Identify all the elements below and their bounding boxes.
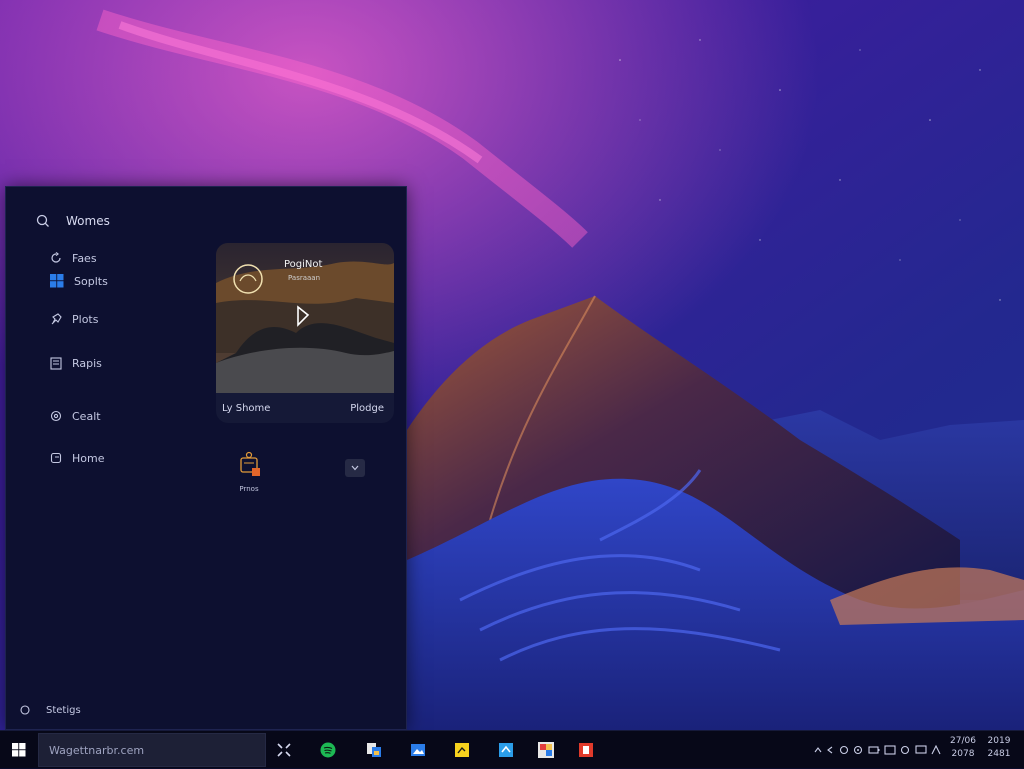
start-menu-panel: Womes Faes Soplts Plots Rapis Cealt Home… [5, 186, 407, 730]
task-view-icon[interactable] [274, 740, 294, 760]
featured-card-title: PogiNot [284, 259, 323, 270]
clock-time[interactable]: 2019 2481 [986, 735, 1012, 761]
sticky-notes-icon[interactable] [452, 740, 472, 760]
language-icon[interactable] [931, 745, 941, 755]
chevron-up-icon[interactable] [814, 746, 822, 754]
nav-item-cealt[interactable]: Cealt [50, 407, 101, 425]
start-menu-header[interactable]: Womes [36, 211, 110, 231]
refresh-icon[interactable] [839, 745, 849, 755]
files-icon[interactable] [364, 740, 384, 760]
document-icon [50, 356, 62, 370]
store-icon[interactable] [496, 740, 516, 760]
featured-card-footer-left: Ly Shome [222, 403, 271, 414]
featured-card[interactable]: PogiNot Pasraaan Ly Shome Plodge [216, 243, 394, 423]
chevron-down-icon [351, 465, 359, 471]
nav-item-label: Plots [72, 312, 99, 326]
photos-icon[interactable] [408, 740, 428, 760]
nav-item-faes[interactable]: Faes [50, 249, 97, 267]
featured-card-subtitle: Pasraaan [288, 274, 321, 282]
nav-item-soplts[interactable]: Soplts [50, 272, 108, 290]
clock-left-bottom: 2078 [951, 749, 975, 759]
robot-icon [240, 451, 260, 476]
featured-card-footer-right: Plodge [350, 403, 384, 414]
nav-item-label: Home [72, 451, 105, 465]
windows-logo-icon [12, 743, 26, 757]
office-icon[interactable] [576, 740, 596, 760]
nav-item-label: Faes [72, 251, 97, 265]
taskbar-search-box[interactable]: Wagettnarbr.cem [38, 733, 266, 767]
nav-item-plots[interactable]: Plots [50, 310, 98, 328]
battery-icon[interactable] [867, 745, 880, 755]
power-icon [20, 705, 30, 715]
search-icon [36, 214, 49, 227]
clock-right-top: 2019 [987, 736, 1011, 746]
gear-icon [50, 410, 62, 422]
settings-label: Stetigs [46, 704, 81, 716]
settings-button[interactable]: Stetigs [20, 701, 81, 719]
search-box-text: Wagettnarbr.cem [49, 743, 145, 757]
start-button[interactable] [8, 739, 30, 761]
clock-date[interactable]: 27/06 2078 [950, 735, 976, 761]
expand-button[interactable] [345, 459, 365, 477]
volume-icon[interactable] [900, 745, 910, 755]
start-menu-header-label: Womes [66, 214, 110, 228]
nav-item-label: Rapis [72, 356, 102, 370]
nav-item-rapis[interactable]: Rapis [50, 354, 102, 372]
nav-item-label: Cealt [72, 409, 101, 423]
network-icon[interactable] [884, 745, 896, 755]
nav-item-home[interactable]: Home [50, 449, 104, 467]
chevron-left-icon[interactable] [826, 746, 834, 754]
taskbar: Wagettnarbr.cem 27/06 2078 2019 2481 [0, 730, 1024, 768]
clock-right-bottom: 2481 [987, 749, 1011, 759]
cloud-icon[interactable] [853, 745, 863, 755]
media-icon[interactable] [536, 740, 556, 760]
pin-icon [51, 313, 62, 325]
clock-left-top: 27/06 [950, 736, 976, 746]
nav-item-label: Soplts [74, 274, 108, 288]
display-icon[interactable] [915, 745, 927, 755]
refresh-icon [51, 252, 61, 263]
home-icon [50, 452, 62, 464]
spotify-icon[interactable] [318, 740, 338, 760]
app-tile-prnos[interactable]: Prnos [232, 451, 266, 495]
system-tray [810, 731, 945, 769]
app-tile-label: Prnos [239, 485, 259, 493]
desktop: Womes Faes Soplts Plots Rapis Cealt Home… [0, 0, 1024, 730]
windows-logo-icon [50, 274, 64, 288]
